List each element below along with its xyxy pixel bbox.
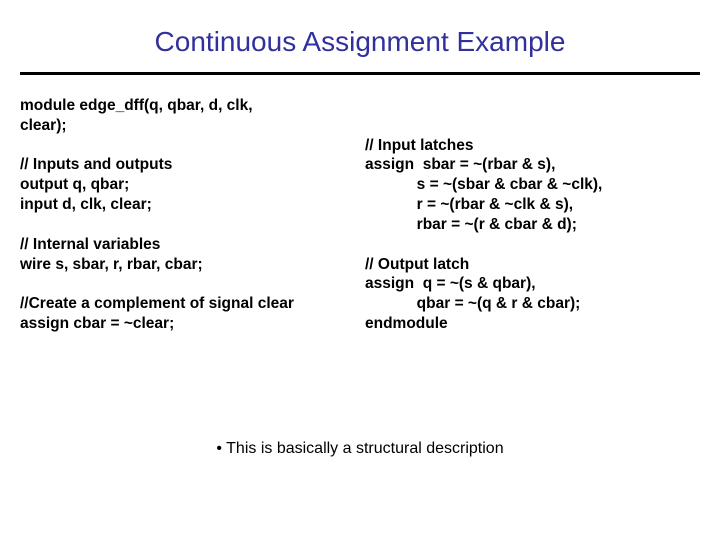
code-line: input d, clk, clear; xyxy=(20,196,152,213)
code-line: r = ~(rbar & ~clk & s), xyxy=(365,196,573,213)
code-line: wire s, sbar, r, rbar, cbar; xyxy=(20,256,203,273)
code-line: // Inputs and outputs xyxy=(20,156,172,173)
code-line: s = ~(sbar & cbar & ~clk), xyxy=(365,176,602,193)
footer-note: • This is basically a structural descrip… xyxy=(0,440,720,458)
code-line: //Create a complement of signal clear xyxy=(20,295,294,312)
code-line: assign sbar = ~(rbar & s), xyxy=(365,156,555,173)
code-line: output q, qbar; xyxy=(20,176,129,193)
body-columns: module edge_dff(q, qbar, d, clk, clear);… xyxy=(20,96,700,334)
code-line: rbar = ~(r & cbar & d); xyxy=(365,216,577,233)
left-column: module edge_dff(q, qbar, d, clk, clear);… xyxy=(20,96,355,334)
code-line: assign cbar = ~clear; xyxy=(20,315,174,332)
slide-title: Continuous Assignment Example xyxy=(0,26,720,58)
code-line: endmodule xyxy=(365,315,448,332)
right-column: // Input latches assign sbar = ~(rbar & … xyxy=(365,96,700,334)
code-line: // Input latches xyxy=(365,137,474,154)
slide: Continuous Assignment Example module edg… xyxy=(0,0,720,540)
code-line: module edge_dff(q, qbar, d, clk, xyxy=(20,97,253,114)
code-line: assign q = ~(s & qbar), xyxy=(365,275,536,292)
code-line: // Output latch xyxy=(365,256,469,273)
code-line: qbar = ~(q & r & cbar); xyxy=(365,295,580,312)
code-line: clear); xyxy=(20,117,67,134)
title-rule xyxy=(20,72,700,75)
code-line: // Internal variables xyxy=(20,236,160,253)
